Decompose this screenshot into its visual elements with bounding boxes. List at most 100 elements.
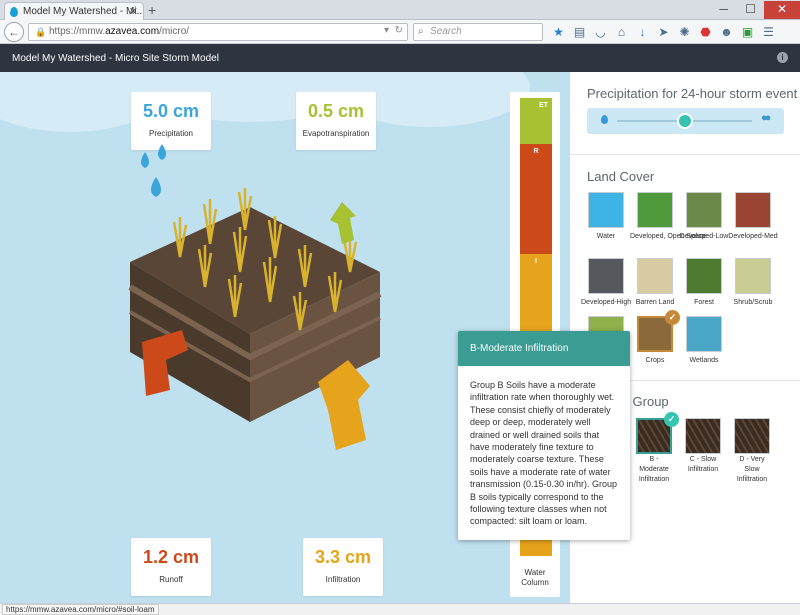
tooltip-title: B-Moderate Infiltration: [458, 331, 630, 366]
land-cover-option[interactable]: Forest: [679, 258, 729, 307]
close-icon[interactable]: ✕: [129, 5, 138, 18]
url-domain: azavea.com: [105, 26, 160, 37]
home-icon[interactable]: ⌂: [611, 24, 632, 40]
water-column-segment: R: [520, 144, 552, 254]
soil-group-option[interactable]: D - Very Slow Infiltration: [727, 418, 777, 484]
land-cover-option[interactable]: Crops ✓: [630, 310, 680, 365]
reload-icon[interactable]: ↻: [395, 25, 403, 36]
land-cover-swatch: [637, 192, 673, 228]
land-cover-swatch: [735, 258, 771, 294]
maximize-icon[interactable]: ☐: [745, 1, 756, 17]
minimize-icon[interactable]: ─: [719, 1, 728, 17]
menu-icon[interactable]: ☰: [758, 24, 779, 40]
plus-icon[interactable]: +: [148, 2, 156, 18]
dropdown-icon[interactable]: ▾: [384, 25, 389, 36]
adblock-icon[interactable]: ⬣: [695, 24, 716, 40]
raindrop-icon: [141, 152, 149, 168]
land-cover-label: Water: [596, 233, 616, 240]
checkmark-icon: ✓: [665, 310, 680, 325]
segment-label: I: [535, 258, 537, 265]
runoff-value: 1.2 cm: [142, 547, 200, 567]
land-cover-swatch: [588, 258, 624, 294]
extension-icon[interactable]: ✺: [674, 24, 695, 40]
land-cover-swatch: [735, 192, 771, 228]
soil-label: D - Very: [739, 456, 765, 463]
soil-group-option[interactable]: B - Moderate Infiltration ✓: [629, 412, 679, 484]
land-cover-label: Forest: [694, 299, 714, 306]
land-cover-label: Developed-Low: [679, 233, 729, 240]
browser-tab[interactable]: Model My Watershed - Mi... ✕: [4, 2, 144, 20]
chat-icon[interactable]: ☻: [716, 24, 737, 40]
land-cover-swatch: [686, 258, 722, 294]
soil-label: Infiltration: [736, 476, 768, 483]
precipitation-title: Precipitation for 24-hour storm event: [587, 86, 798, 101]
status-bar: https://mmw.azavea.com/micro/#soil-loam: [0, 603, 800, 615]
status-url: https://mmw.azavea.com/micro/#soil-loam: [2, 604, 159, 615]
land-cover-option[interactable]: Developed-Med: [728, 192, 778, 241]
infiltration-card: 3.3 cm Infiltration: [303, 538, 383, 596]
window-close-icon[interactable]: ✕: [764, 1, 800, 19]
send-icon[interactable]: ➤: [653, 24, 674, 40]
checkmark-icon: ✓: [664, 412, 679, 427]
land-cover-swatch: [686, 192, 722, 228]
segment-label: ET: [539, 102, 548, 109]
back-arrow-icon[interactable]: ←: [4, 22, 24, 42]
land-cover-option[interactable]: Shrub/Scrub: [728, 258, 778, 307]
soil-group-option[interactable]: C - Slow Infiltration: [678, 418, 728, 474]
precipitation-slider[interactable]: ●●: [587, 108, 784, 134]
star-icon[interactable]: ★: [548, 24, 569, 40]
land-cover-label: Developed-High: [581, 299, 632, 306]
search-icon: ⌕: [418, 26, 424, 37]
water-column-segment: ET: [520, 98, 552, 144]
tooltip-body: Group B Soils have a moderate infiltrati…: [470, 380, 618, 527]
soil-label: Infiltration: [638, 476, 670, 483]
app-title: Model My Watershed - Micro Site Storm Mo…: [12, 53, 219, 64]
small-raindrop-icon: [601, 115, 608, 124]
land-cover-option[interactable]: Developed-High: [581, 258, 631, 307]
soil-label: Infiltration: [687, 466, 719, 473]
search-input[interactable]: ⌕ Search: [413, 23, 543, 41]
infiltration-value: 3.3 cm: [314, 547, 372, 567]
info-icon[interactable]: i: [777, 52, 788, 63]
app-header: Model My Watershed - Micro Site Storm Mo…: [0, 44, 800, 72]
land-cover-swatch: [637, 258, 673, 294]
infiltration-label: Infiltration: [325, 575, 361, 584]
raindrop-icon: [151, 177, 161, 197]
land-cover-label: Developed-Med: [728, 233, 778, 240]
soil-swatch: [685, 418, 721, 454]
land-cover-swatch: [686, 316, 722, 352]
evapotranspiration-arrow-icon: [330, 202, 356, 244]
soil-tooltip: B-Moderate Infiltration Group B Soils ha…: [458, 331, 630, 540]
watershed-illustration: [128, 144, 382, 450]
land-cover-option[interactable]: Water: [581, 192, 631, 241]
soil-label: C - Slow: [689, 456, 717, 463]
land-cover-option[interactable]: Wetlands: [679, 316, 729, 365]
soil-swatch: [734, 418, 770, 454]
runoff-label: Runoff: [159, 575, 183, 584]
reading-list-icon[interactable]: ▤: [569, 24, 590, 40]
download-icon[interactable]: ↓: [632, 24, 653, 40]
large-raindrops-icon: ●●: [761, 112, 771, 124]
soil-label: Moderate: [639, 466, 669, 473]
land-cover-option[interactable]: Developed-Low: [679, 192, 729, 241]
tab-title: Model My Watershed - Mi...: [23, 6, 144, 17]
land-cover-option[interactable]: Barren Land: [630, 258, 680, 307]
slider-thumb[interactable]: [677, 113, 693, 129]
segment-label: R: [533, 148, 539, 155]
land-cover-option[interactable]: Developed, Open Space: [630, 192, 707, 241]
url-bar[interactable]: 🔒 https://mmw.azavea.com/micro/ ▾ ↻: [28, 23, 408, 41]
browser-tab-bar: Model My Watershed - Mi... ✕ + ─ ☐ ✕: [0, 0, 800, 20]
soil-label: Slow: [744, 466, 760, 473]
soil-label: B -: [649, 456, 659, 463]
land-cover-label: Developed, Open Space: [630, 233, 707, 240]
land-cover-label: Shrub/Scrub: [733, 299, 773, 306]
water-column-label: Water Column: [521, 568, 549, 587]
land-cover-swatch: [588, 192, 624, 228]
evernote-icon[interactable]: ▣: [737, 24, 758, 40]
search-placeholder: Search: [430, 26, 462, 37]
runoff-card: 1.2 cm Runoff: [131, 538, 211, 596]
raindrop-icon: [158, 144, 166, 160]
land-cover-label: Crops: [645, 357, 665, 364]
pocket-icon[interactable]: ◡: [590, 24, 611, 40]
lock-icon: 🔒: [35, 27, 47, 37]
